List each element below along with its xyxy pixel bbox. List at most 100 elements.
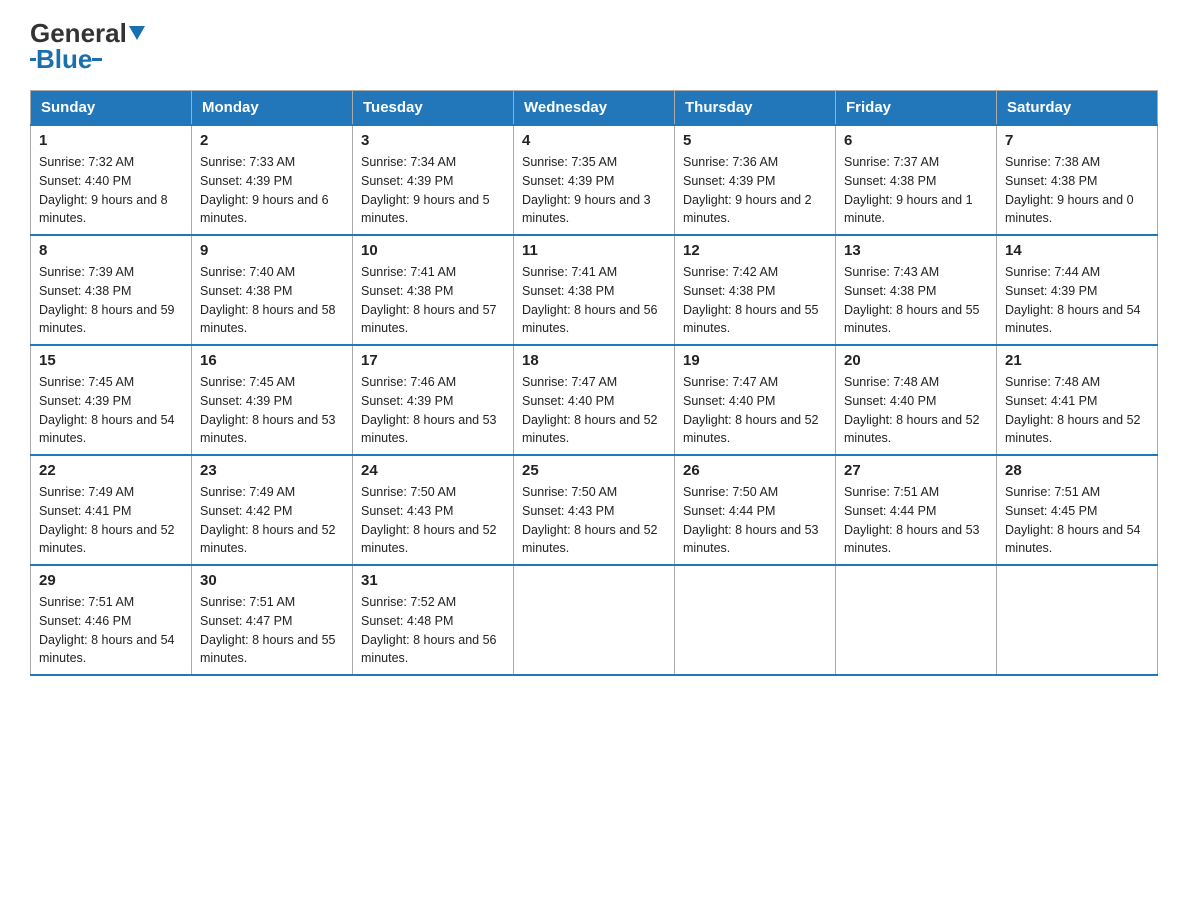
logo-general-text: General [30,20,127,46]
calendar-cell: 16Sunrise: 7:45 AMSunset: 4:39 PMDayligh… [192,345,353,455]
calendar-cell: 7 Sunrise: 7:38 AMSunset: 4:38 PMDaylight… [997,125,1158,235]
day-number: 2 [200,132,344,149]
day-number: 11 [522,242,666,259]
day-info: Sunrise: 7:45 AMSunset: 4:39 PMDaylight:… [39,373,183,448]
calendar-cell [997,565,1158,675]
calendar-cell: 26Sunrise: 7:50 AMSunset: 4:44 PMDayligh… [675,455,836,565]
day-info: Sunrise: 7:33 AMSunset: 4:39 PMDaylight:… [200,153,344,228]
day-info: Sunrise: 7:41 AMSunset: 4:38 PMDaylight:… [361,263,505,338]
day-info: Sunrise: 7:52 AMSunset: 4:48 PMDaylight:… [361,593,505,668]
header-thursday: Thursday [675,91,836,126]
day-number: 4 [522,132,666,149]
day-number: 5 [683,132,827,149]
day-info: Sunrise: 7:39 AMSunset: 4:38 PMDaylight:… [39,263,183,338]
day-info: Sunrise: 7:48 AMSunset: 4:40 PMDaylight:… [844,373,988,448]
calendar-cell [514,565,675,675]
calendar-table: SundayMondayTuesdayWednesdayThursdayFrid… [30,90,1158,676]
calendar-cell: 5 Sunrise: 7:36 AMSunset: 4:39 PMDaylight… [675,125,836,235]
day-number: 25 [522,462,666,479]
calendar-cell: 22Sunrise: 7:49 AMSunset: 4:41 PMDayligh… [31,455,192,565]
calendar-cell: 24 Sunrise: 7:50 AMSunset: 4:43 PMDayligh… [353,455,514,565]
day-info: Sunrise: 7:50 AMSunset: 4:43 PMDaylight:… [522,483,666,558]
day-number: 8 [39,242,183,259]
day-info: Sunrise: 7:51 AMSunset: 4:47 PMDaylight:… [200,593,344,668]
day-number: 21 [1005,352,1149,369]
header-wednesday: Wednesday [514,91,675,126]
day-number: 20 [844,352,988,369]
day-number: 14 [1005,242,1149,259]
day-info: Sunrise: 7:47 AMSunset: 4:40 PMDaylight:… [683,373,827,448]
header-tuesday: Tuesday [353,91,514,126]
day-info: Sunrise: 7:40 AMSunset: 4:38 PMDaylight:… [200,263,344,338]
calendar-cell: 13 Sunrise: 7:43 AMSunset: 4:38 PMDayligh… [836,235,997,345]
calendar-cell: 14Sunrise: 7:44 AMSunset: 4:39 PMDayligh… [997,235,1158,345]
day-number: 7 [1005,132,1149,149]
calendar-cell: 20 Sunrise: 7:48 AMSunset: 4:40 PMDayligh… [836,345,997,455]
day-number: 31 [361,572,505,589]
day-number: 12 [683,242,827,259]
day-number: 23 [200,462,344,479]
calendar-cell: 31 Sunrise: 7:52 AMSunset: 4:48 PMDayligh… [353,565,514,675]
day-number: 29 [39,572,183,589]
calendar-cell: 23 Sunrise: 7:49 AMSunset: 4:42 PMDayligh… [192,455,353,565]
calendar-cell [836,565,997,675]
day-info: Sunrise: 7:32 AMSunset: 4:40 PMDaylight:… [39,153,183,228]
calendar-cell: 12 Sunrise: 7:42 AMSunset: 4:38 PMDayligh… [675,235,836,345]
calendar-cell: 9Sunrise: 7:40 AMSunset: 4:38 PMDaylight… [192,235,353,345]
day-number: 6 [844,132,988,149]
day-info: Sunrise: 7:50 AMSunset: 4:43 PMDaylight:… [361,483,505,558]
day-number: 28 [1005,462,1149,479]
logo-arrow-icon [129,26,145,40]
logo-blue-text: Blue [36,46,92,72]
day-number: 24 [361,462,505,479]
day-info: Sunrise: 7:46 AMSunset: 4:39 PMDaylight:… [361,373,505,448]
calendar-cell: 29 Sunrise: 7:51 AMSunset: 4:46 PMDayligh… [31,565,192,675]
day-number: 15 [39,352,183,369]
day-info: Sunrise: 7:35 AMSunset: 4:39 PMDaylight:… [522,153,666,228]
calendar-cell: 19Sunrise: 7:47 AMSunset: 4:40 PMDayligh… [675,345,836,455]
logo: GeneralBlue [30,20,145,72]
calendar-cell: 15 Sunrise: 7:45 AMSunset: 4:39 PMDayligh… [31,345,192,455]
week-row-5: 29 Sunrise: 7:51 AMSunset: 4:46 PMDayligh… [31,565,1158,675]
page-header: GeneralBlue [30,20,1158,72]
day-info: Sunrise: 7:36 AMSunset: 4:39 PMDaylight:… [683,153,827,228]
day-info: Sunrise: 7:47 AMSunset: 4:40 PMDaylight:… [522,373,666,448]
calendar-cell: 10 Sunrise: 7:41 AMSunset: 4:38 PMDayligh… [353,235,514,345]
day-number: 18 [522,352,666,369]
day-info: Sunrise: 7:48 AMSunset: 4:41 PMDaylight:… [1005,373,1149,448]
day-number: 13 [844,242,988,259]
day-number: 26 [683,462,827,479]
calendar-cell: 18 Sunrise: 7:47 AMSunset: 4:40 PMDayligh… [514,345,675,455]
week-row-1: 1 Sunrise: 7:32 AMSunset: 4:40 PMDaylight… [31,125,1158,235]
day-info: Sunrise: 7:49 AMSunset: 4:42 PMDaylight:… [200,483,344,558]
calendar-cell: 25 Sunrise: 7:50 AMSunset: 4:43 PMDayligh… [514,455,675,565]
calendar-cell: 30 Sunrise: 7:51 AMSunset: 4:47 PMDayligh… [192,565,353,675]
day-info: Sunrise: 7:38 AMSunset: 4:38 PMDaylight:… [1005,153,1149,228]
day-number: 30 [200,572,344,589]
day-number: 3 [361,132,505,149]
day-info: Sunrise: 7:37 AMSunset: 4:38 PMDaylight:… [844,153,988,228]
day-info: Sunrise: 7:34 AMSunset: 4:39 PMDaylight:… [361,153,505,228]
day-info: Sunrise: 7:45 AMSunset: 4:39 PMDaylight:… [200,373,344,448]
day-info: Sunrise: 7:49 AMSunset: 4:41 PMDaylight:… [39,483,183,558]
calendar-cell: 6 Sunrise: 7:37 AMSunset: 4:38 PMDaylight… [836,125,997,235]
day-info: Sunrise: 7:43 AMSunset: 4:38 PMDaylight:… [844,263,988,338]
day-info: Sunrise: 7:41 AMSunset: 4:38 PMDaylight:… [522,263,666,338]
calendar-cell: 27Sunrise: 7:51 AMSunset: 4:44 PMDayligh… [836,455,997,565]
calendar-cell: 8 Sunrise: 7:39 AMSunset: 4:38 PMDaylight… [31,235,192,345]
calendar-header-row: SundayMondayTuesdayWednesdayThursdayFrid… [31,91,1158,126]
calendar-cell: 17Sunrise: 7:46 AMSunset: 4:39 PMDayligh… [353,345,514,455]
calendar-cell: 21 Sunrise: 7:48 AMSunset: 4:41 PMDayligh… [997,345,1158,455]
week-row-4: 22Sunrise: 7:49 AMSunset: 4:41 PMDayligh… [31,455,1158,565]
day-number: 1 [39,132,183,149]
day-number: 10 [361,242,505,259]
calendar-cell [675,565,836,675]
header-saturday: Saturday [997,91,1158,126]
calendar-cell: 11 Sunrise: 7:41 AMSunset: 4:38 PMDayligh… [514,235,675,345]
header-sunday: Sunday [31,91,192,126]
calendar-cell: 4 Sunrise: 7:35 AMSunset: 4:39 PMDaylight… [514,125,675,235]
day-number: 27 [844,462,988,479]
day-info: Sunrise: 7:42 AMSunset: 4:38 PMDaylight:… [683,263,827,338]
day-info: Sunrise: 7:51 AMSunset: 4:46 PMDaylight:… [39,593,183,668]
calendar-cell: 1 Sunrise: 7:32 AMSunset: 4:40 PMDaylight… [31,125,192,235]
